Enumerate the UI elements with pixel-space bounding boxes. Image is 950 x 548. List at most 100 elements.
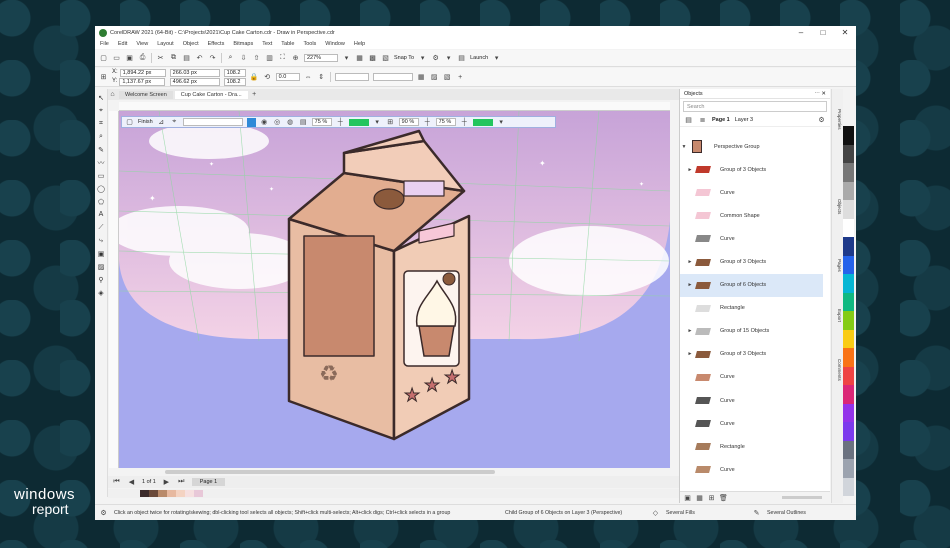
save-icon[interactable]: ▣ <box>125 54 134 63</box>
menu-table[interactable]: Table <box>281 41 294 47</box>
transparency-icon[interactable]: ▨ <box>97 262 106 271</box>
tree-item[interactable]: Curve <box>680 227 823 250</box>
palette-swatch[interactable] <box>843 422 854 441</box>
search-icon[interactable]: ⌕ <box>226 54 235 63</box>
palette-swatch[interactable] <box>843 218 854 237</box>
scale-x-field[interactable]: 108.2 <box>223 68 246 77</box>
opacity-field-2[interactable]: 90 % <box>398 118 419 126</box>
eye-icon[interactable]: ◉ <box>260 118 269 127</box>
outline-icon[interactable]: ✎ <box>752 508 761 517</box>
menu-file[interactable]: File <box>100 41 109 47</box>
shape-tool-icon[interactable]: ⌖ <box>97 106 106 115</box>
add-page-icon[interactable]: ⊞ <box>707 493 716 502</box>
menu-help[interactable]: Help <box>354 41 365 47</box>
tree-item[interactable]: Curve <box>680 181 823 204</box>
page-tab[interactable]: Page 1 <box>191 478 226 486</box>
fill-color-icon[interactable] <box>246 117 256 127</box>
color-swatch[interactable] <box>149 490 158 497</box>
expand-icon[interactable]: ► <box>686 351 694 357</box>
palette-swatch[interactable] <box>843 385 854 404</box>
print-icon[interactable]: ⎙ <box>138 54 147 63</box>
pick-tool-icon[interactable]: ↖ <box>97 93 106 102</box>
color-swatch[interactable] <box>194 490 203 497</box>
scale-y-field[interactable]: 108.2 <box>223 77 246 86</box>
last-page-icon[interactable]: ⏭ <box>177 478 186 487</box>
palette-swatch[interactable] <box>843 477 854 496</box>
snap-to-button[interactable]: Snap To <box>394 55 414 61</box>
rotation-field[interactable]: 0.0 <box>275 73 300 81</box>
gear-icon[interactable]: ⚙ <box>99 508 108 517</box>
palette-swatch[interactable] <box>843 181 854 200</box>
panel-options-icon[interactable]: ⋯ ✕ <box>814 91 826 97</box>
tree-item[interactable]: ► Group of 3 Objects <box>680 158 823 181</box>
line-icon[interactable]: ┼ <box>423 118 432 127</box>
height-field[interactable]: 496.62 px <box>169 77 220 86</box>
menu-text[interactable]: Text <box>262 41 272 47</box>
open-icon[interactable]: ▭ <box>112 54 121 63</box>
color-swatch[interactable] <box>167 490 176 497</box>
polygon-tool-icon[interactable]: ⬠ <box>97 197 106 206</box>
next-page-icon[interactable]: ▶ <box>162 478 171 487</box>
tree-item[interactable]: Curve <box>680 412 823 435</box>
outline-width-field[interactable] <box>334 73 369 81</box>
delete-icon[interactable]: 🗑 <box>719 493 728 502</box>
menu-layout[interactable]: Layout <box>157 41 174 47</box>
chevron-down-icon[interactable]: ▾ <box>492 54 501 63</box>
tree-item[interactable]: Rectangle <box>680 297 823 320</box>
tab-cup-cake-carton[interactable]: Cup Cake Carton - Dra... <box>174 90 248 99</box>
tree-item[interactable]: ► Group of 3 Objects <box>680 250 823 273</box>
palette-swatch[interactable] <box>843 255 854 274</box>
tree-item-perspective-group[interactable]: ▼ Perspective Group <box>680 135 823 158</box>
palette-swatch[interactable] <box>843 329 854 348</box>
rectangle-tool-icon[interactable]: ▭ <box>97 171 106 180</box>
expand-icon[interactable]: ► <box>686 259 694 265</box>
publish-icon[interactable]: ▥ <box>265 54 274 63</box>
chevron-down-icon[interactable]: ▾ <box>342 54 351 63</box>
menu-view[interactable]: View <box>136 41 148 47</box>
drop-shadow-icon[interactable]: ▣ <box>97 249 106 258</box>
zoom-tool-icon[interactable]: ⌕ <box>97 132 106 141</box>
add-tab-icon[interactable]: + <box>250 90 259 99</box>
close-icon[interactable]: ✕ <box>834 28 856 37</box>
import-icon[interactable]: ⇩ <box>239 54 248 63</box>
expand-icon[interactable]: ► <box>686 328 694 334</box>
palette-swatch[interactable] <box>843 292 854 311</box>
x-field[interactable]: 1,894.22 px <box>119 68 166 77</box>
tree-item[interactable]: Common Shape <box>680 204 823 227</box>
chevron-down-icon[interactable]: ▾ <box>373 118 382 127</box>
grid-icon[interactable]: ▤ <box>299 118 308 127</box>
tree-item[interactable]: Curve <box>680 389 823 412</box>
outline-style-field[interactable] <box>372 73 413 81</box>
docker-tab[interactable]: Objects <box>833 199 842 214</box>
palette-swatch[interactable] <box>843 144 854 163</box>
finish-button[interactable]: Finish <box>138 119 153 125</box>
finish-icon[interactable]: ▢ <box>125 118 134 127</box>
docker-tab[interactable]: Properties <box>833 109 842 130</box>
opacity-field-1[interactable]: 75 % <box>311 118 332 126</box>
menu-object[interactable]: Object <box>183 41 199 47</box>
node-icon[interactable]: ⌖ <box>170 118 179 127</box>
line-color-swatch[interactable] <box>472 118 493 126</box>
eyedropper-icon[interactable]: ⚲ <box>97 275 106 284</box>
docker-tab[interactable]: Export <box>833 309 842 322</box>
palette-swatch[interactable] <box>843 348 854 367</box>
palette-swatch[interactable] <box>843 163 854 182</box>
interactive-fill-icon[interactable]: ◈ <box>97 288 106 297</box>
tree-item[interactable]: Curve <box>680 366 823 389</box>
width-field[interactable]: 266.03 px <box>169 68 220 77</box>
undo-icon[interactable]: ↶ <box>195 54 204 63</box>
palette-swatch[interactable] <box>843 403 854 422</box>
tree-item[interactable]: ► Group of 15 Objects <box>680 320 823 343</box>
color-swatch[interactable] <box>185 490 194 497</box>
palette-swatch[interactable] <box>843 126 854 145</box>
palette-swatch[interactable] <box>843 440 854 459</box>
mode-field[interactable] <box>182 118 243 126</box>
lock-ratio-icon[interactable]: 🔒 <box>250 73 259 82</box>
artistic-media-icon[interactable]: 〰 <box>97 158 106 167</box>
tab-welcome-screen[interactable]: Welcome Screen <box>119 90 173 99</box>
grid-color-swatch[interactable] <box>348 118 369 126</box>
menu-effects[interactable]: Effects <box>208 41 225 47</box>
reference-point-icon[interactable]: ⊞ <box>99 73 108 82</box>
ellipse-tool-icon[interactable]: ◯ <box>97 184 106 193</box>
palette-swatch[interactable] <box>843 459 854 478</box>
